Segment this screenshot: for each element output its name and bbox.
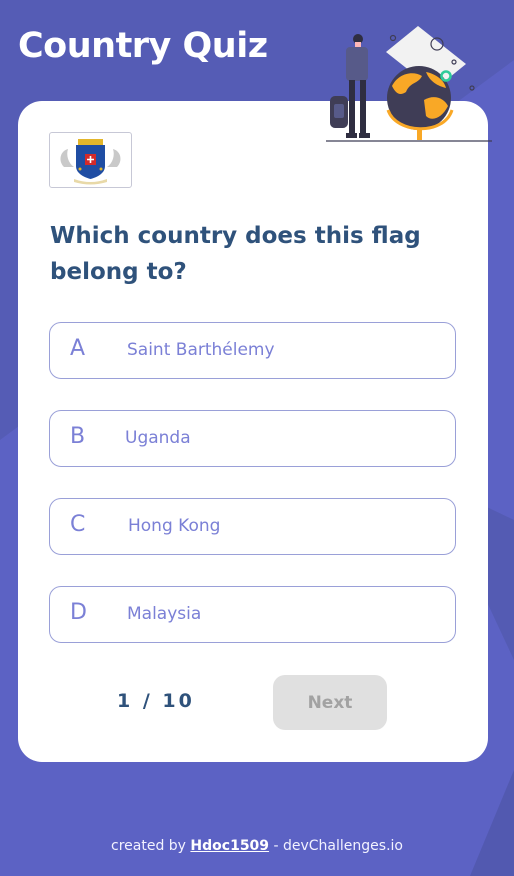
footer-credit: created by Hdoc1509 - devChallenges.io: [0, 838, 514, 854]
quiz-card: Which country does this flag belong to? …: [18, 101, 488, 762]
coat-of-arms-flag: [60, 139, 121, 185]
option-letter: A: [70, 336, 86, 361]
option-label: Uganda: [125, 428, 191, 448]
app-title: Country Quiz: [18, 26, 268, 66]
answer-option-b[interactable]: B Uganda: [49, 410, 456, 467]
option-label: Malaysia: [127, 604, 202, 624]
option-letter: B: [70, 424, 86, 449]
flag-image: [49, 132, 132, 188]
option-letter: D: [70, 600, 87, 625]
question-progress: 1 / 10: [117, 690, 195, 712]
answer-option-a[interactable]: A Saint Barthélemy: [49, 322, 456, 379]
option-letter: C: [70, 512, 86, 537]
option-label: Hong Kong: [128, 516, 221, 536]
next-button[interactable]: Next: [273, 675, 387, 730]
question-text: Which country does this flag belong to?: [50, 223, 421, 285]
footer-prefix: created by: [111, 838, 191, 854]
option-label: Saint Barthélemy: [127, 340, 275, 360]
author-link[interactable]: Hdoc1509: [190, 838, 269, 854]
footer-suffix: - devChallenges.io: [269, 838, 403, 854]
traveler-globe-illustration: [326, 26, 492, 142]
answer-option-c[interactable]: C Hong Kong: [49, 498, 456, 555]
answer-option-d[interactable]: D Malaysia: [49, 586, 456, 643]
